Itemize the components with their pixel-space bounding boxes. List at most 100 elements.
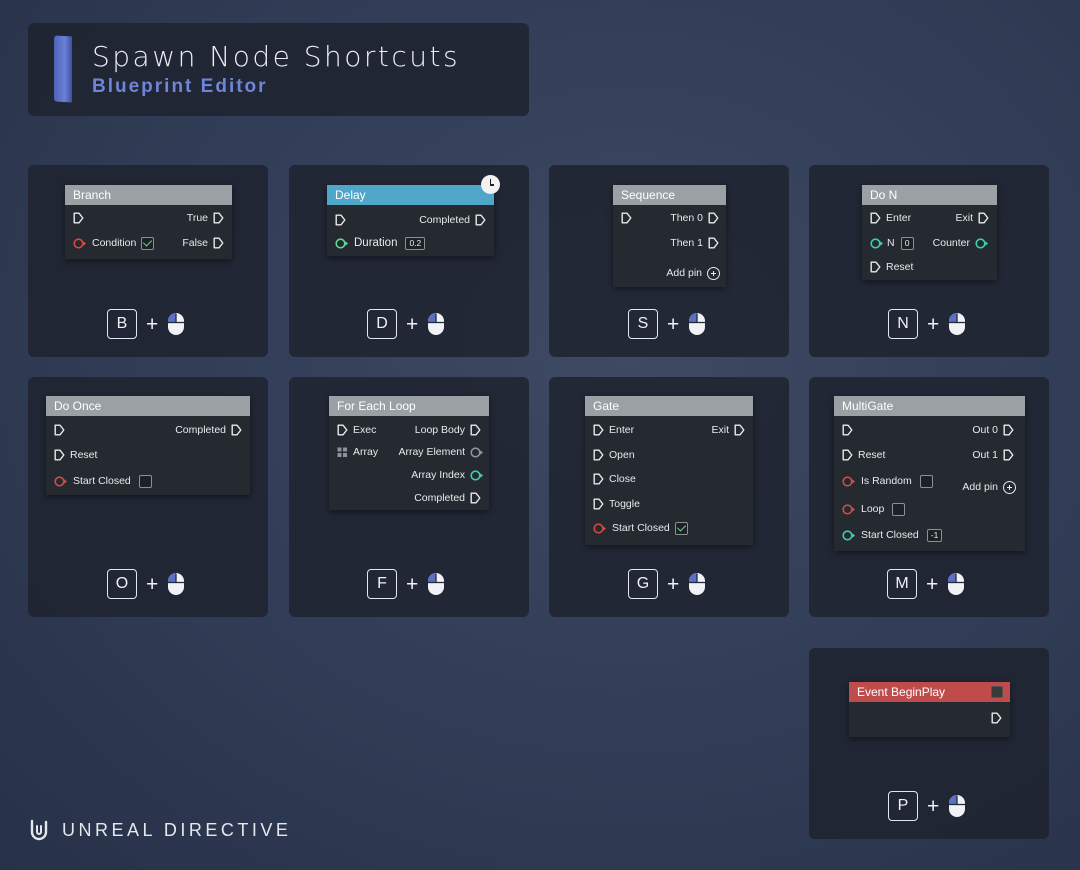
card-for-each-loop[interactable]: For Each Loop Exec Loop Body Array Array…	[289, 377, 529, 617]
exec-in-icon	[54, 424, 65, 436]
node-do-once: Do Once Completed Reset Start Closed	[46, 396, 250, 495]
exec-out-icon	[213, 212, 224, 224]
exec-out-icon	[734, 424, 745, 436]
shortcut-branch: B +	[107, 309, 185, 339]
shortcut-key: B	[107, 309, 137, 339]
duration-value-field[interactable]: 0.2	[405, 236, 426, 250]
plus-sign: +	[667, 312, 680, 336]
exec-out-icon	[991, 712, 1002, 724]
node-delay: Delay Completed Duration 0.2	[327, 175, 500, 256]
card-delay[interactable]: Delay Completed Duration 0.2 D +	[289, 165, 529, 357]
exec-out-icon	[708, 212, 719, 224]
pin-label-exit: Exit	[955, 212, 973, 224]
shortcut-key: P	[888, 791, 918, 821]
card-do-n[interactable]: Do N Enter Exit N0 Counter Reset N +	[809, 165, 1049, 357]
node-event-beginplay: Event BeginPlay	[849, 682, 1010, 737]
plus-sign: +	[146, 312, 159, 336]
int-pin-icon	[842, 530, 856, 541]
is-random-checkbox[interactable]	[919, 474, 933, 488]
pin-label-counter: Counter	[932, 237, 970, 249]
pin-label-true: True	[186, 212, 208, 224]
plus-sign: +	[927, 312, 940, 336]
node-title: Sequence	[613, 185, 726, 205]
shortcut-multigate: M +	[887, 569, 965, 599]
brand-logo: UNREAL DIRECTIVE	[27, 818, 291, 842]
add-pin-plus-icon	[707, 266, 720, 280]
mouse-left-click-icon	[948, 794, 966, 818]
node-gate: Gate Enter Exit Open Close Toggle Start …	[585, 396, 753, 545]
bool-pin-icon	[54, 476, 68, 487]
int-pin-icon	[870, 238, 884, 249]
node-title: MultiGate	[834, 396, 1025, 416]
int-pin-icon	[975, 238, 989, 249]
mouse-left-click-icon	[948, 312, 966, 336]
card-gate[interactable]: Gate Enter Exit Open Close Toggle Start …	[549, 377, 789, 617]
node-title: Delay	[327, 185, 494, 205]
mouse-left-click-icon	[427, 312, 445, 336]
float-pin-icon	[335, 238, 349, 249]
card-event-beginplay[interactable]: Event BeginPlay P +	[809, 648, 1049, 839]
node-title: Gate	[585, 396, 753, 416]
plus-sign: +	[667, 572, 680, 596]
card-branch[interactable]: Branch True Condition False B +	[28, 165, 268, 357]
exec-in-icon	[870, 212, 881, 224]
exec-out-icon	[1003, 424, 1014, 436]
exec-out-icon	[708, 237, 719, 249]
shortcut-key: M	[887, 569, 917, 599]
node-title: Do N	[862, 185, 997, 205]
pin-label-start-closed: Start Closed	[73, 475, 131, 487]
brand-name: UNREAL DIRECTIVE	[62, 819, 292, 840]
exec-out-icon	[475, 214, 486, 226]
pin-label-enter: Enter	[609, 424, 635, 436]
loop-checkbox[interactable]	[892, 502, 906, 516]
add-pin-button[interactable]: Add pin	[666, 265, 720, 281]
pin-label-close: Close	[609, 473, 636, 485]
pin-label-completed: Completed	[175, 424, 226, 436]
mouse-left-click-icon	[427, 572, 445, 596]
n-value-field[interactable]: 0	[900, 236, 914, 250]
exec-in-icon	[335, 214, 346, 226]
start-closed-checkbox[interactable]	[674, 521, 688, 535]
plus-sign: +	[926, 572, 939, 596]
condition-checkbox[interactable]	[141, 236, 155, 250]
pin-label-toggle: Toggle	[609, 498, 640, 510]
event-delegate-icon	[991, 686, 1003, 698]
pin-label-array-element: Array Element	[398, 446, 465, 458]
pin-label-then1: Then 1	[670, 237, 703, 249]
pin-label-reset: Reset	[886, 261, 914, 273]
start-index-field[interactable]: -1	[926, 528, 943, 542]
bool-pin-icon	[842, 476, 856, 487]
pin-label-reset: Reset	[858, 449, 886, 461]
card-do-once[interactable]: Do Once Completed Reset Start Closed O +	[28, 377, 268, 617]
pin-label-array: Array	[353, 446, 379, 458]
clock-icon	[481, 175, 500, 194]
mouse-left-click-icon	[167, 572, 185, 596]
plus-sign: +	[406, 572, 419, 596]
pin-label-reset: Reset	[70, 449, 98, 461]
exec-out-icon	[470, 492, 481, 504]
pin-label-enter: Enter	[886, 212, 912, 224]
plus-sign: +	[146, 572, 159, 596]
bool-pin-icon	[593, 523, 607, 534]
add-pin-button[interactable]: Add pin	[962, 479, 1016, 495]
pin-label-start-closed: Start Closed	[861, 529, 919, 541]
start-closed-checkbox[interactable]	[138, 474, 152, 488]
exec-in-icon	[73, 212, 84, 224]
pin-label-is-random: Is Random	[861, 475, 912, 487]
wildcard-pin-icon	[470, 447, 484, 458]
card-multigate[interactable]: MultiGate Out 0 Reset Out 1 Is Random Ad…	[809, 377, 1049, 617]
mouse-left-click-icon	[167, 312, 185, 336]
shortcut-do-n: N +	[888, 309, 966, 339]
card-sequence[interactable]: Sequence Then 0 Then 1 Add pin S +	[549, 165, 789, 357]
exec-out-icon	[978, 212, 989, 224]
pin-label-n: N	[887, 237, 895, 249]
node-title: Branch	[65, 185, 232, 205]
mouse-left-click-icon	[688, 312, 706, 336]
node-sequence: Sequence Then 0 Then 1 Add pin	[613, 185, 726, 287]
node-title: Event BeginPlay	[849, 682, 1010, 702]
int-pin-icon	[470, 470, 484, 481]
page-subtitle: Blueprint Editor	[92, 76, 268, 97]
shortcut-key: O	[107, 569, 137, 599]
plus-sign: +	[406, 312, 419, 336]
shortcut-event-beginplay: P +	[888, 791, 966, 821]
